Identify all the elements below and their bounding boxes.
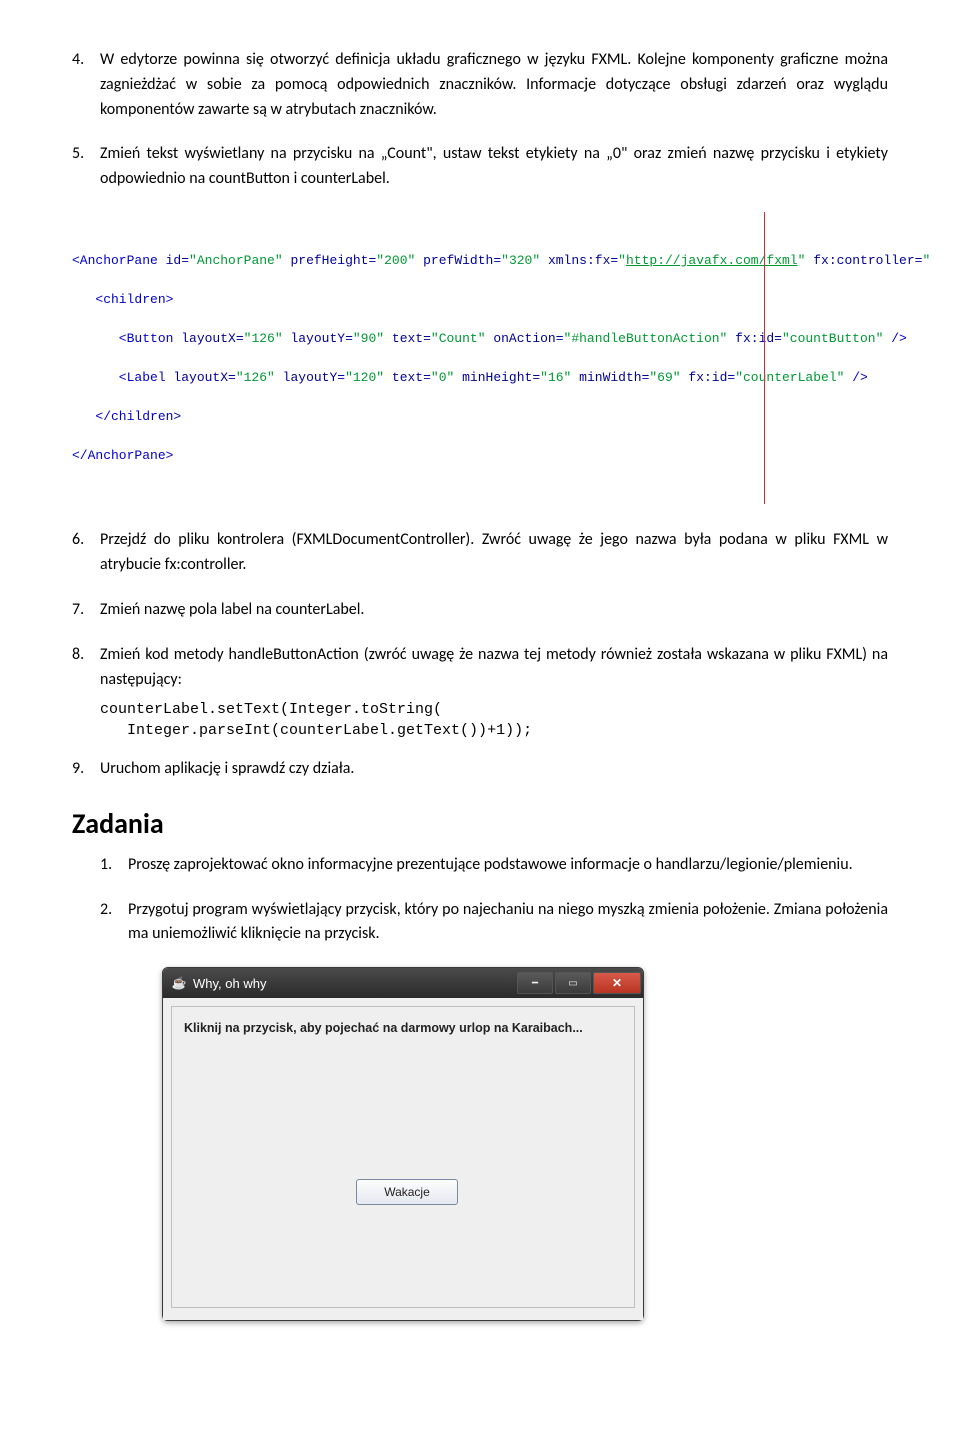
list-body: Proszę zaprojektować okno informacyjne p…: [128, 853, 888, 878]
list-number: 7.: [72, 598, 100, 623]
list-body: Zmień tekst wyświetlany na przycisku na …: [100, 142, 888, 192]
list-number: 4.: [72, 48, 100, 122]
java-cup-icon: ☕: [171, 975, 187, 991]
window-client-area: Kliknij na przycisk, aby pojechać na dar…: [163, 998, 643, 1320]
list-body: Przejdź do pliku kontrolera (FXMLDocumen…: [100, 528, 888, 578]
minimize-icon: ━: [532, 978, 538, 989]
close-button[interactable]: ✕: [593, 972, 641, 994]
wakacje-button[interactable]: Wakacje: [356, 1179, 458, 1205]
list-number: 5.: [72, 142, 100, 192]
fxml-code-figure: <AnchorPane id="AnchorPane" prefHeight="…: [72, 212, 888, 505]
list-number: 8.: [72, 643, 100, 693]
list-item-5: 5. Zmień tekst wyświetlany na przycisku …: [72, 142, 888, 192]
minimize-button[interactable]: ━: [517, 972, 553, 994]
list-body: Zmień kod metody handleButtonAction (zwr…: [100, 643, 888, 693]
maximize-button[interactable]: ▭: [555, 972, 591, 994]
wakacje-button-label: Wakacje: [384, 1185, 430, 1199]
window-titlebar[interactable]: ☕ Why, oh why ━ ▭ ✕: [163, 968, 643, 998]
zadania-heading: Zadania: [72, 806, 888, 841]
list-body: Przygotuj program wyświetlający przycisk…: [128, 898, 888, 948]
list-item-4: 4. W edytorze powinna się otworzyć defin…: [72, 48, 888, 122]
list-number: 6.: [72, 528, 100, 578]
window-title: Why, oh why: [193, 976, 266, 991]
list-item-8: 8. Zmień kod metody handleButtonAction (…: [72, 643, 888, 693]
code-line-1: counterLabel.setText(Integer.toString(: [100, 701, 442, 718]
zadania-item-2: 2. Przygotuj program wyświetlający przyc…: [100, 898, 888, 948]
maximize-icon: ▭: [568, 978, 577, 989]
list-item-7: 7. Zmień nazwę pola label na counterLabe…: [72, 598, 888, 623]
code-line-2: Integer.parseInt(counterLabel.getText())…: [100, 722, 532, 739]
java-code-block: counterLabel.setText(Integer.toString( I…: [100, 700, 888, 741]
document-page: 4. W edytorze powinna się otworzyć defin…: [0, 0, 960, 1361]
window-content-pane: Kliknij na przycisk, aby pojechać na dar…: [171, 1006, 635, 1308]
list-body: Uruchom aplikację i sprawdź czy działa.: [100, 757, 888, 782]
close-icon: ✕: [612, 976, 622, 990]
list-item-9: 9. Uruchom aplikację i sprawdź czy dział…: [72, 757, 888, 782]
hint-label: Kliknij na przycisk, aby pojechać na dar…: [184, 1021, 583, 1035]
list-body: W edytorze powinna się otworzyć definicj…: [100, 48, 888, 122]
list-number: 2.: [100, 898, 128, 948]
list-number: 9.: [72, 757, 100, 782]
example-window: ☕ Why, oh why ━ ▭ ✕ Kliknij na przycisk,…: [162, 967, 644, 1321]
list-item-6: 6. Przejdź do pliku kontrolera (FXMLDocu…: [72, 528, 888, 578]
list-body: Zmień nazwę pola label na counterLabel.: [100, 598, 888, 623]
list-number: 1.: [100, 853, 128, 878]
zadania-item-1: 1. Proszę zaprojektować okno informacyjn…: [100, 853, 888, 878]
